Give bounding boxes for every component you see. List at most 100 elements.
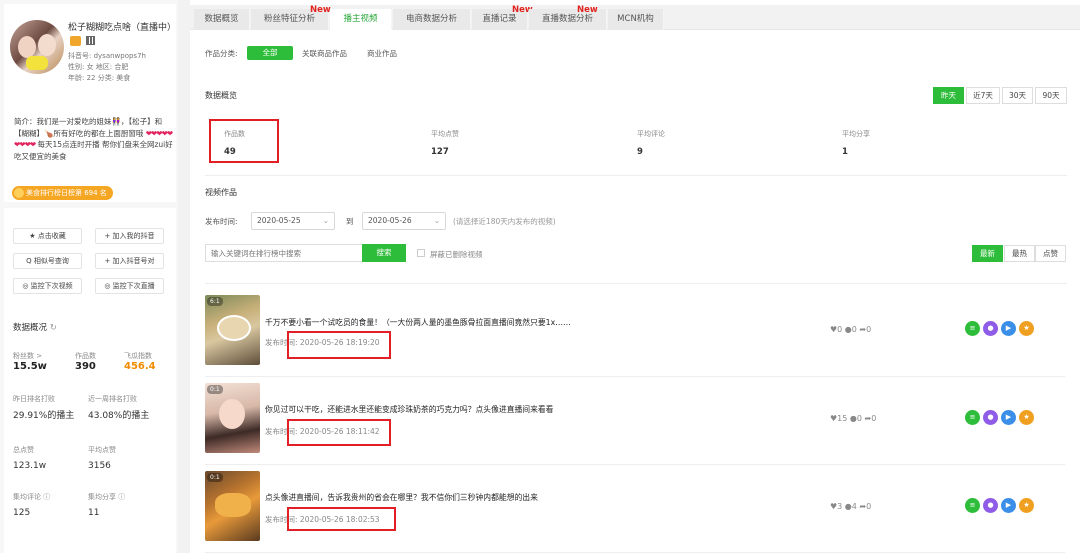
similar-search-button[interactable]: Q 相似号查询 bbox=[13, 253, 82, 269]
tab-ecommerce[interactable]: 电商数据分析 bbox=[393, 9, 471, 30]
avatar[interactable] bbox=[10, 20, 64, 74]
video-thumbnail[interactable]: 6:1 bbox=[205, 295, 260, 365]
play-icon[interactable]: ▶ bbox=[1001, 498, 1016, 513]
works-stat: 作品数 390 bbox=[75, 351, 96, 372]
tab-overview[interactable]: 数据概览 bbox=[194, 9, 250, 30]
monitor-live-button[interactable]: ◎ 监控下次直播 bbox=[95, 278, 164, 294]
fans-icon[interactable]: ● bbox=[983, 410, 998, 425]
sort-hottest[interactable]: 最热 bbox=[1004, 245, 1035, 262]
video-actions: ≡ ● ▶ ★ bbox=[965, 498, 1037, 513]
hide-deleted-label: 屏蔽已删除视频 bbox=[430, 250, 483, 259]
avg-comments-value: 125 bbox=[13, 508, 31, 518]
total-likes-stat: 总点赞 123.1w bbox=[13, 445, 46, 471]
sort-likes[interactable]: 点赞 bbox=[1035, 245, 1066, 262]
food-image bbox=[215, 493, 251, 517]
works-value: 390 bbox=[75, 361, 96, 372]
detail-icon[interactable]: ≡ bbox=[965, 321, 980, 336]
avg-comments-stat: 集均评论 ⓘ 125 bbox=[13, 492, 50, 518]
overview-avg-likes-value: 127 bbox=[431, 147, 449, 157]
video-thumbnail[interactable]: 0:1 bbox=[205, 383, 260, 453]
profile-bio: 简介：我们是一对爱吃的姐妹👭，【松子】和【糊糊】🍗所有好吃的都在上面厨窗哦 ❤❤… bbox=[14, 116, 174, 162]
search-button[interactable]: 搜索 bbox=[362, 244, 406, 262]
fans-icon[interactable]: ● bbox=[983, 498, 998, 513]
divider bbox=[205, 283, 1067, 284]
video-duration: 0:1 bbox=[207, 473, 223, 482]
fans-stat[interactable]: 粉丝数 >15.5w bbox=[13, 351, 47, 372]
range-selector: 昨天 近7天 30天 90天 bbox=[933, 87, 1067, 104]
refresh-icon[interactable]: ↻ bbox=[50, 323, 57, 333]
add-my-douyin-button[interactable]: + 加入我的抖音 bbox=[95, 228, 164, 244]
sort-latest[interactable]: 最新 bbox=[972, 245, 1003, 262]
date-to-value: 2020-05-26 bbox=[368, 216, 412, 225]
rank-badge-text: 美食排行榜日榜第 694 名 bbox=[26, 189, 107, 197]
range-7d[interactable]: 近7天 bbox=[966, 87, 1000, 104]
publish-time-label: 发布时间: bbox=[205, 217, 238, 226]
sidebar: 松子糊糊吃点啥（直播中） 抖音号: dysanwpops7h 性别: 女 地区:… bbox=[0, 0, 178, 553]
overview-avg-likes-label: 平均点赞 bbox=[431, 130, 459, 138]
video-title[interactable]: 你见过可以干吃，还能进水里还能变成珍珠奶茶的巧克力吗？点头像进直播间来看看 bbox=[265, 404, 553, 415]
tab-live-analysis[interactable]: 直播数据分析 New bbox=[529, 5, 607, 30]
star-icon[interactable]: ★ bbox=[1019, 410, 1034, 425]
date-hint: (请选择近180天内发布的视频) bbox=[453, 217, 556, 226]
add-compare-button[interactable]: + 加入抖音号对 bbox=[95, 253, 164, 269]
prev-rank-value: 29.91%的播主 bbox=[13, 411, 75, 421]
category-commercial[interactable]: 商业作品 bbox=[367, 48, 397, 59]
category-related-goods[interactable]: 关联商品作品 bbox=[302, 48, 347, 59]
tab-label: 播主视频 bbox=[343, 14, 378, 24]
total-likes-label: 总点赞 bbox=[13, 446, 34, 454]
video-title[interactable]: 千万不要小看一个试吃员的食量！（一大份两人量的墨鱼豚骨拉面直播间竟然只要1x…… bbox=[265, 317, 571, 328]
overview-avg-likes: 平均点赞 127 bbox=[431, 129, 459, 157]
tab-videos[interactable]: 播主视频 bbox=[330, 9, 392, 30]
detail-icon[interactable]: ≡ bbox=[965, 410, 980, 425]
range-yesterday[interactable]: 昨天 bbox=[933, 87, 964, 104]
tab-fans-analysis[interactable]: 粉丝特征分析 New bbox=[251, 5, 331, 30]
video-stats: ♥15 ●0 ➦0 bbox=[830, 414, 877, 423]
week-rank-label: 近一周排名打败 bbox=[88, 395, 137, 403]
tab-label: 电商数据分析 bbox=[405, 14, 457, 24]
video-actions: ≡ ● ▶ ★ bbox=[965, 321, 1037, 336]
avg-comments-label: 集均评论 ⓘ bbox=[13, 493, 51, 501]
stats-card: ★ 点击收藏 + 加入我的抖音 Q 相似号查询 + 加入抖音号对 ◎ 监控下次视… bbox=[4, 208, 176, 553]
date-from-value: 2020-05-25 bbox=[257, 216, 301, 225]
date-from-select[interactable]: 2020-05-25 ⌄ bbox=[251, 212, 335, 230]
video-actions: ≡ ● ▶ ★ bbox=[965, 410, 1037, 425]
medal-icon bbox=[14, 188, 24, 198]
time-highlight-box bbox=[287, 419, 391, 446]
video-duration: 6:1 bbox=[207, 297, 223, 306]
video-duration: 0:1 bbox=[207, 385, 223, 394]
divider bbox=[205, 175, 1067, 176]
avg-shares-label: 集均分享 ⓘ bbox=[88, 493, 126, 501]
star-icon[interactable]: ★ bbox=[1019, 498, 1034, 513]
qr-code-icon[interactable] bbox=[85, 36, 95, 45]
collect-button[interactable]: ★ 点击收藏 bbox=[13, 228, 82, 244]
book-icon[interactable] bbox=[70, 35, 81, 46]
fans-icon[interactable]: ● bbox=[983, 321, 998, 336]
category-label: 作品分类: bbox=[205, 49, 238, 58]
chevron-down-icon: ⌄ bbox=[322, 216, 329, 225]
tab-label: 数据概览 bbox=[204, 14, 239, 24]
star-icon[interactable]: ★ bbox=[1019, 321, 1034, 336]
avg-likes-value: 3156 bbox=[88, 461, 111, 471]
date-to-select[interactable]: 2020-05-26 ⌄ bbox=[362, 212, 446, 230]
bio-text-2: 每天15点连时开播 帮你们盘来全网zui好吃又便宜的美食 bbox=[14, 140, 173, 161]
monitor-video-button[interactable]: ◎ 监控下次视频 bbox=[13, 278, 82, 294]
rank-badge[interactable]: 美食排行榜日榜第 694 名 bbox=[12, 186, 113, 200]
detail-icon[interactable]: ≡ bbox=[965, 498, 980, 513]
douyin-id: 抖音号: dysanwpops7h bbox=[68, 52, 146, 60]
video-thumbnail[interactable]: 0:1 bbox=[205, 471, 260, 541]
avg-shares-stat: 集均分享 ⓘ 11 bbox=[88, 492, 125, 518]
overview-avg-shares-label: 平均分享 bbox=[842, 130, 870, 138]
face-image bbox=[219, 399, 245, 429]
range-30d[interactable]: 30天 bbox=[1002, 87, 1033, 104]
play-icon[interactable]: ▶ bbox=[1001, 410, 1016, 425]
play-icon[interactable]: ▶ bbox=[1001, 321, 1016, 336]
video-title[interactable]: 点头像进直播间，告诉我贵州的省会在哪里？我不信你们三秒钟内都能想的出来 bbox=[265, 492, 538, 503]
category-all-button[interactable]: 全部 bbox=[247, 46, 293, 60]
range-90d[interactable]: 90天 bbox=[1035, 87, 1067, 104]
fg-label: 飞瓜指数 bbox=[124, 352, 152, 360]
search-input[interactable] bbox=[205, 244, 363, 262]
tab-mcn[interactable]: MCN机构 bbox=[608, 9, 664, 30]
hide-deleted-checkbox[interactable] bbox=[417, 249, 425, 257]
profile-card: 松子糊糊吃点啥（直播中） 抖音号: dysanwpops7h 性别: 女 地区:… bbox=[4, 4, 176, 202]
tab-live-records[interactable]: 直播记录 New bbox=[472, 5, 533, 30]
